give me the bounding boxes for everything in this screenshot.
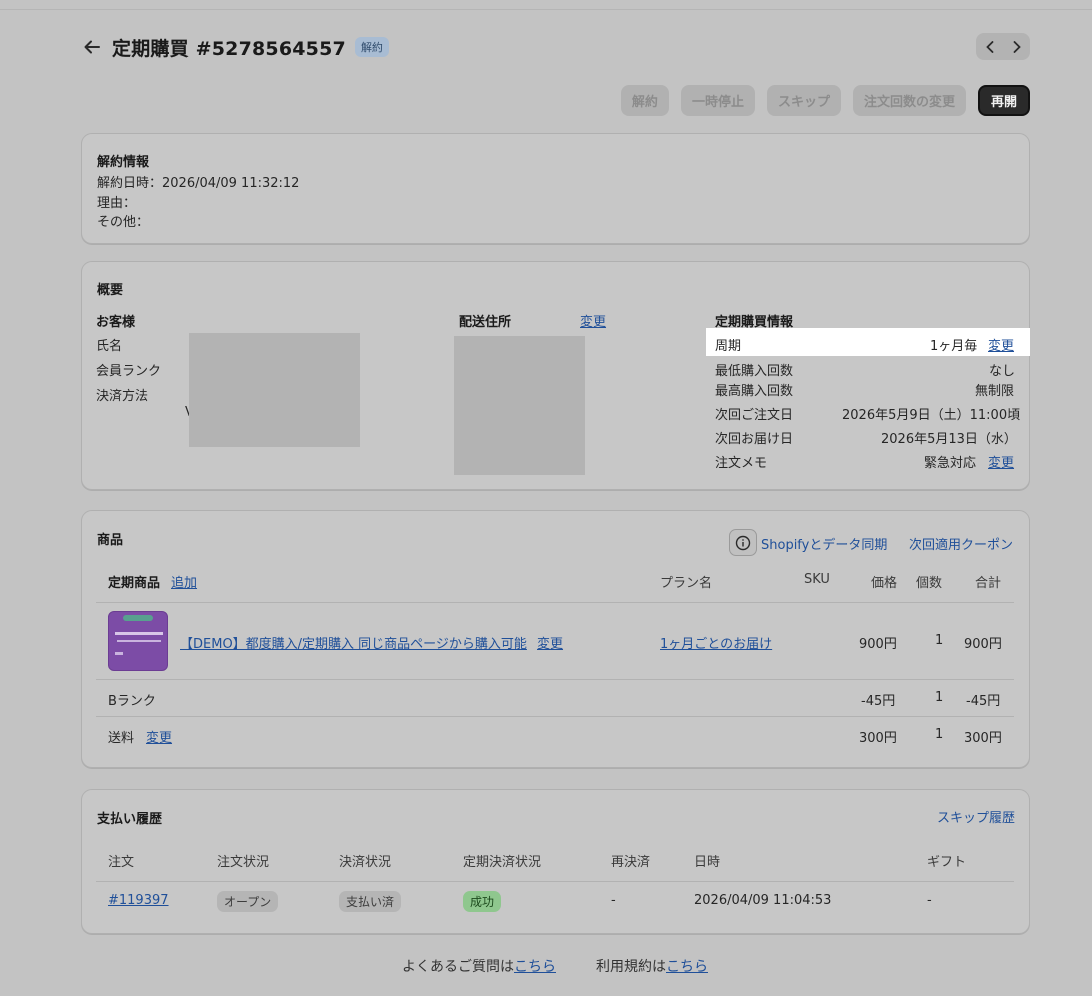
col-plan: プラン名	[660, 576, 713, 591]
back-arrow-icon[interactable]	[81, 36, 103, 58]
shipping-fee-change-link[interactable]: 変更	[146, 727, 172, 746]
payment-history-title: 支払い履歴	[97, 812, 163, 827]
col-gift: ギフト	[927, 855, 967, 870]
cancellation-card: 解約情報 解約日時：2026/04/09 11:32:12 理由： その他：	[81, 133, 1030, 244]
cancellation-title: 解約情報	[97, 155, 150, 170]
col-price: 価格	[871, 576, 898, 591]
shipping-fee-price: 300円	[859, 731, 897, 746]
discount-price: -45円	[861, 694, 896, 709]
shipping-heading: 配送住所	[459, 315, 512, 330]
col-qty: 個数	[916, 576, 943, 591]
terms-footer: 利用規約はこちら	[596, 956, 708, 976]
col-order-status: 注文状況	[217, 855, 270, 870]
product-change-link[interactable]: 変更	[537, 633, 563, 652]
product-thumbnail	[108, 611, 168, 671]
pager	[976, 33, 1030, 60]
shipping-change-link[interactable]: 変更	[580, 311, 606, 330]
divider	[96, 716, 1014, 717]
shopify-sync-link[interactable]: Shopifyとデータ同期	[761, 534, 887, 553]
customer-payment-label: 決済方法	[96, 389, 149, 404]
change-order-count-button[interactable]: 注文回数の変更	[852, 85, 966, 116]
divider	[96, 679, 1014, 680]
info-icon[interactable]	[729, 529, 757, 556]
cycle-label: 周期	[715, 339, 742, 354]
max-purchase-value: 無制限	[975, 384, 1015, 399]
page-header: 定期購買 #5278564557 解約	[81, 33, 1030, 61]
next-delivery-label: 次回お届け日	[715, 432, 794, 447]
shipping-fee-qty: 1	[935, 727, 944, 742]
cycle-row: 周期 1ヶ月毎 変更	[706, 328, 1030, 356]
divider	[96, 602, 1014, 603]
col-date: 日時	[694, 855, 721, 870]
cancellation-reason: 理由：	[97, 196, 137, 211]
divider	[96, 881, 1014, 882]
customer-info-redacted	[189, 333, 360, 447]
products-title: 商品	[97, 533, 124, 548]
discount-qty: 1	[935, 690, 944, 705]
col-order: 注文	[108, 855, 135, 870]
next-order-label: 次回ご注文日	[715, 408, 794, 423]
top-divider	[0, 9, 1092, 10]
product-total: 900円	[964, 637, 1002, 652]
cancellation-datetime: 解約日時：2026/04/09 11:32:12	[97, 176, 300, 191]
discount-label: Bランク	[108, 694, 156, 709]
shipping-fee-label: 送料	[108, 731, 135, 746]
col-recurring-status: 定期決済状況	[463, 855, 542, 870]
customer-name-label: 氏名	[96, 339, 123, 354]
skip-history-link[interactable]: スキップ履歴	[937, 807, 1015, 826]
col-sku: SKU	[804, 572, 830, 587]
cycle-value: 1ヶ月毎	[930, 339, 978, 354]
shipping-fee-total: 300円	[964, 731, 1002, 746]
product-qty: 1	[935, 633, 944, 648]
payment-status-badge: 支払い済	[339, 891, 402, 912]
next-order-value: 2026年5月9日（土）11:00頃	[842, 408, 1021, 423]
cancel-button[interactable]: 解約	[620, 85, 669, 116]
gift-value: -	[927, 893, 932, 908]
min-purchase-label: 最低購入回数	[715, 364, 794, 379]
col-retry: 再決済	[611, 855, 651, 870]
action-toolbar: 解約 一時停止 スキップ 注文回数の変更 再開	[620, 85, 1030, 116]
skip-button[interactable]: スキップ	[766, 85, 841, 116]
add-item-link[interactable]: 追加	[171, 572, 197, 591]
order-memo-label: 注文メモ	[715, 456, 768, 471]
terms-prefix: 利用規約は	[596, 959, 666, 975]
order-memo-change-link[interactable]: 変更	[988, 452, 1014, 471]
order-memo-value: 緊急対応	[924, 456, 977, 471]
order-status-badge: オープン	[217, 891, 279, 912]
status-badge: 解約	[354, 37, 389, 57]
col-item: 定期商品	[108, 576, 161, 591]
recurring-status-badge: 成功	[463, 891, 502, 912]
customer-rank-label: 会員ランク	[96, 364, 162, 379]
chevron-left-icon[interactable]	[976, 33, 1003, 60]
pause-button[interactable]: 一時停止	[680, 85, 755, 116]
customer-heading: お客様	[96, 315, 136, 330]
min-purchase-value: なし	[989, 364, 1016, 379]
next-delivery-value: 2026年5月13日（水）	[881, 432, 1017, 447]
faq-link[interactable]: こちら	[514, 959, 556, 975]
payment-date: 2026/04/09 11:04:53	[694, 893, 832, 908]
resume-button[interactable]: 再開	[977, 85, 1030, 116]
shipping-address-redacted	[454, 336, 585, 475]
order-number-link[interactable]: #119397	[108, 893, 169, 908]
col-total: 合計	[975, 576, 1002, 591]
cycle-change-link[interactable]: 変更	[988, 335, 1014, 354]
faq-prefix: よくあるご質問は	[402, 959, 514, 975]
max-purchase-label: 最高購入回数	[715, 384, 794, 399]
page-title: 定期購買 #5278564557	[112, 37, 346, 60]
product-plan-link[interactable]: 1ヶ月ごとのお届け	[660, 633, 772, 652]
overview-title: 概要	[97, 283, 124, 298]
retry-value: -	[611, 893, 616, 908]
cancellation-other: その他：	[97, 215, 150, 230]
faq-footer: よくあるご質問はこちら	[402, 956, 556, 976]
discount-total: -45円	[966, 694, 1001, 709]
product-price: 900円	[859, 637, 897, 652]
next-coupon-link[interactable]: 次回適用クーポン	[909, 534, 1013, 553]
terms-link[interactable]: こちら	[666, 959, 708, 975]
chevron-right-icon[interactable]	[1003, 33, 1030, 60]
col-payment-status: 決済状況	[339, 855, 392, 870]
product-name-link[interactable]: 【DEMO】都度購入/定期購入 同じ商品ページから購入可能	[180, 633, 527, 652]
